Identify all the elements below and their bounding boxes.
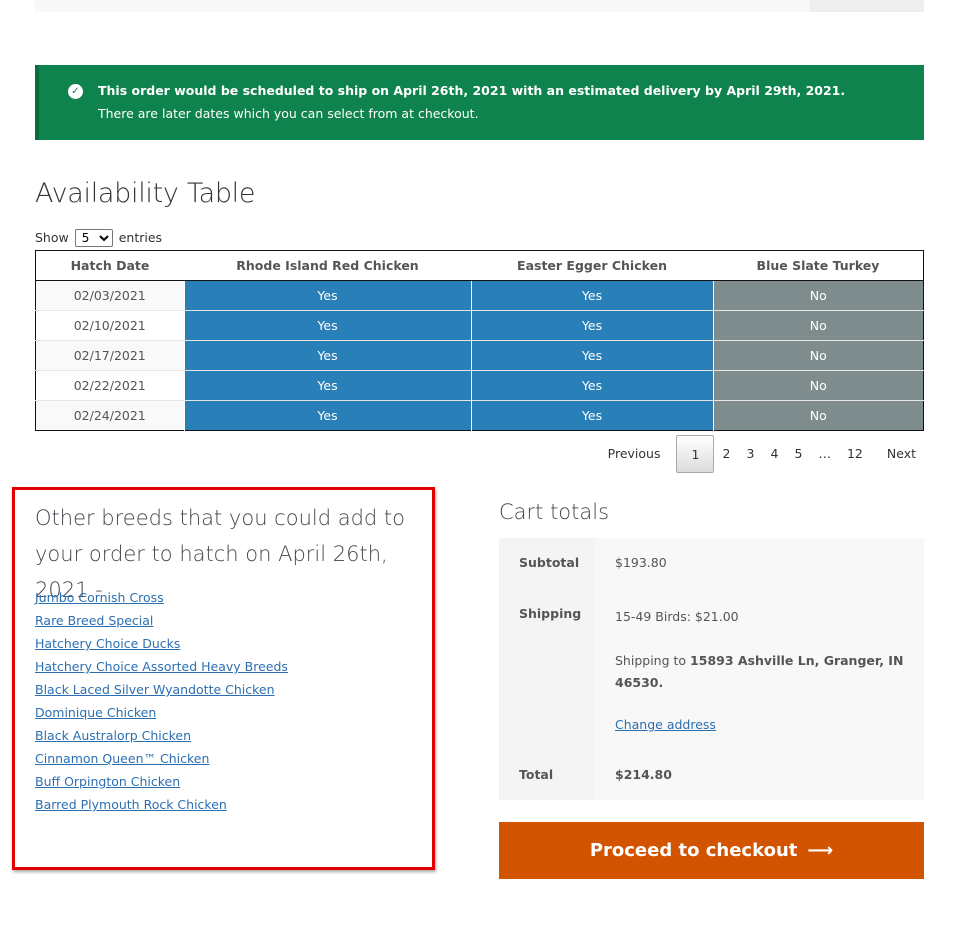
checkout-label: Proceed to checkout: [589, 840, 798, 861]
availability-cell: No: [712, 370, 924, 401]
column-header-hatch-date[interactable]: Hatch Date: [35, 250, 184, 281]
arrow-right-icon: ⟶: [807, 840, 834, 861]
list-item: Dominique Chicken: [35, 701, 288, 724]
availability-cell: No: [712, 340, 924, 371]
cart-totals-table: Subtotal $193.80 Shipping 15-49 Birds: $…: [499, 538, 924, 800]
shipping-destination: Shipping to 15893 Ashville Ln, Granger, …: [615, 650, 924, 694]
page-length-select[interactable]: 5: [74, 229, 113, 247]
list-item: Jumbo Cornish Cross: [35, 586, 288, 609]
list-item: Rare Breed Special: [35, 609, 288, 632]
breed-link[interactable]: Dominique Chicken: [35, 705, 156, 720]
breed-link[interactable]: Black Australorp Chicken: [35, 728, 191, 743]
column-header-blue-slate-turkey[interactable]: Blue Slate Turkey: [713, 250, 924, 281]
change-address-link[interactable]: Change address: [615, 714, 924, 736]
list-item: Black Laced Silver Wyandotte Chicken: [35, 678, 288, 701]
breed-link[interactable]: Cinnamon Queen™ Chicken: [35, 751, 209, 766]
check-circle-icon: ✓: [68, 84, 83, 99]
show-label: Show: [35, 230, 69, 245]
availability-cell: No: [712, 310, 924, 341]
availability-cell: Yes: [470, 280, 713, 311]
hatch-date-cell: 02/03/2021: [35, 280, 184, 311]
shipping-method: 15-49 Birds: $21.00: [615, 609, 739, 624]
hatch-date-cell: 02/22/2021: [35, 370, 184, 401]
breed-link[interactable]: Barred Plymouth Rock Chicken: [35, 797, 227, 812]
availability-cell: Yes: [470, 400, 713, 431]
availability-cell: Yes: [183, 400, 471, 431]
cart-totals-title: Cart totals: [499, 500, 610, 524]
pagination-previous[interactable]: Previous: [600, 435, 677, 473]
table-row: 02/24/2021 Yes Yes No: [35, 400, 924, 431]
pagination-page-2[interactable]: 2: [714, 435, 738, 473]
list-item: Black Australorp Chicken: [35, 724, 288, 747]
breed-link[interactable]: Buff Orpington Chicken: [35, 774, 180, 789]
availability-cell: Yes: [470, 340, 713, 371]
availability-cell: Yes: [183, 340, 471, 371]
pagination-page-5[interactable]: 5: [786, 435, 810, 473]
availability-cell: Yes: [470, 310, 713, 341]
entries-label: entries: [118, 230, 163, 245]
column-header-rhode-island-red[interactable]: Rhode Island Red Chicken: [184, 250, 471, 281]
availability-title: Availability Table: [35, 178, 256, 209]
hatch-date-cell: 02/10/2021: [35, 310, 184, 341]
total-value: $214.80: [595, 750, 924, 800]
list-item: Cinnamon Queen™ Chicken: [35, 747, 288, 770]
breed-link[interactable]: Hatchery Choice Assorted Heavy Breeds: [35, 659, 288, 674]
availability-cell: Yes: [183, 310, 471, 341]
table-row: 02/03/2021 Yes Yes No: [35, 280, 924, 311]
breed-link[interactable]: Jumbo Cornish Cross: [35, 590, 164, 605]
shipping-to-prefix: Shipping to: [615, 653, 687, 668]
availability-table: Hatch Date Rhode Island Red Chicken East…: [35, 250, 924, 431]
table-row: 02/22/2021 Yes Yes No: [35, 370, 924, 401]
breed-link-list: Jumbo Cornish Cross Rare Breed Special H…: [35, 586, 288, 816]
other-breeds-panel: Other breeds that you could add to your …: [12, 487, 435, 870]
table-header-row: Hatch Date Rhode Island Red Chicken East…: [35, 250, 924, 281]
list-item: Buff Orpington Chicken: [35, 770, 288, 793]
shipping-label: Shipping: [499, 588, 595, 750]
availability-cell: Yes: [183, 370, 471, 401]
availability-cell: Yes: [470, 370, 713, 401]
pagination-ellipsis: …: [818, 446, 831, 461]
list-item: Hatchery Choice Ducks: [35, 632, 288, 655]
pagination-next[interactable]: Next: [871, 435, 924, 473]
subtotal-value: $193.80: [595, 538, 924, 588]
table-row: 02/10/2021 Yes Yes No: [35, 310, 924, 341]
availability-cell: Yes: [183, 280, 471, 311]
pagination-page-1[interactable]: 1: [676, 435, 715, 473]
pagination-page-3[interactable]: 3: [738, 435, 762, 473]
shipping-details: 15-49 Birds: $21.00 Shipping to 15893 As…: [595, 588, 924, 750]
table-row: 02/17/2021 Yes Yes No: [35, 340, 924, 371]
list-item: Hatchery Choice Assorted Heavy Breeds: [35, 655, 288, 678]
availability-cell: No: [712, 280, 924, 311]
pagination-page-4[interactable]: 4: [762, 435, 786, 473]
notice-line-2: There are later dates which you can sele…: [98, 106, 479, 121]
page-length-control: Show 5 entries: [35, 229, 162, 247]
hatch-date-cell: 02/17/2021: [35, 340, 184, 371]
notice-line-1: This order would be scheduled to ship on…: [98, 83, 846, 98]
shipping-notice: ✓ This order would be scheduled to ship …: [35, 65, 924, 140]
breed-link[interactable]: Rare Breed Special: [35, 613, 153, 628]
pagination-page-12[interactable]: 12: [839, 435, 871, 473]
column-header-easter-egger[interactable]: Easter Egger Chicken: [471, 250, 713, 281]
availability-cell: No: [712, 400, 924, 431]
list-item: Barred Plymouth Rock Chicken: [35, 793, 288, 816]
pagination: Previous 1 2 3 4 5 … 12 Next: [600, 435, 924, 473]
previous-section-strip: [35, 0, 924, 12]
hatch-date-cell: 02/24/2021: [35, 400, 184, 431]
subtotal-label: Subtotal: [499, 538, 595, 588]
previous-section-tab: [810, 0, 924, 12]
proceed-to-checkout-button[interactable]: Proceed to checkout ⟶: [499, 822, 924, 879]
breed-link[interactable]: Black Laced Silver Wyandotte Chicken: [35, 682, 275, 697]
breed-link[interactable]: Hatchery Choice Ducks: [35, 636, 180, 651]
total-label: Total: [499, 750, 595, 800]
